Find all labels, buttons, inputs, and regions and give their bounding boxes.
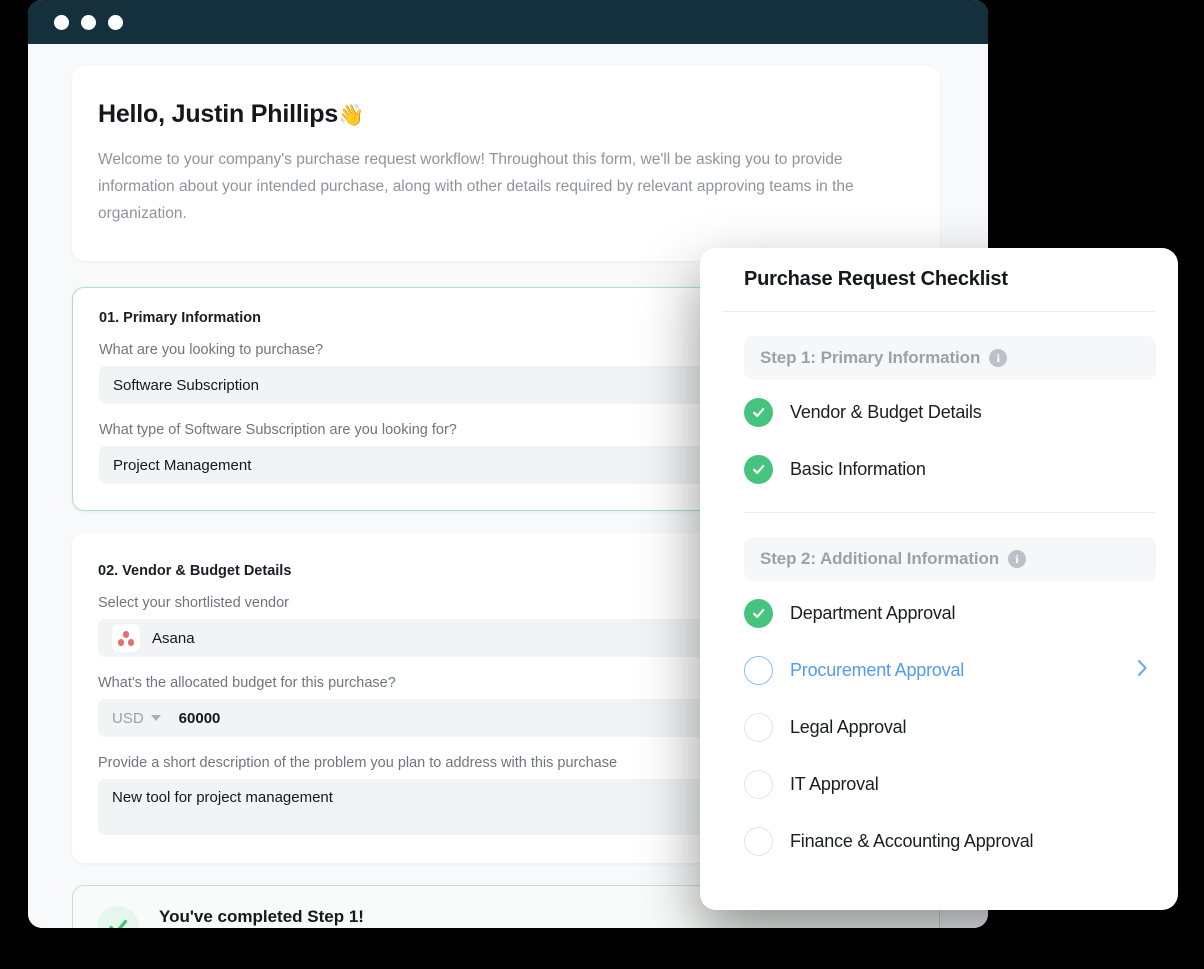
browser-title-bar <box>28 0 988 44</box>
checklist-item-label: IT Approval <box>790 774 879 794</box>
checklist-item[interactable]: Vendor & Budget Details <box>722 384 1156 441</box>
step-header-label: Step 2: Additional Information <box>760 549 1000 568</box>
screenshot-stage: Hello, Justin Phillips👋 Welcome to your … <box>0 0 1204 969</box>
banner-text-group: You've completed Step 1! Go to the next … <box>159 907 640 928</box>
asana-logo-icon <box>112 624 140 653</box>
banner-heading: You've completed Step 1! <box>159 906 364 926</box>
radio-empty-icon <box>744 827 773 856</box>
info-icon[interactable]: i <box>1008 550 1027 568</box>
check-circle-icon <box>744 398 773 427</box>
checklist-item-label: Basic Information <box>790 459 926 479</box>
checklist-item-label: Finance & Accounting Approval <box>790 831 1034 851</box>
checklist-item-label: Department Approval <box>790 603 956 623</box>
purchase-request-checklist-panel: Purchase Request Checklist Step 1: Prima… <box>700 248 1178 910</box>
checklist-item[interactable]: Department Approval <box>722 585 1156 642</box>
checklist-title: Purchase Request Checklist <box>744 268 1008 290</box>
checklist-group-header-step1[interactable]: Step 1: Primary Information i <box>744 336 1156 380</box>
greeting-body-text: Welcome to your company's purchase reque… <box>98 151 854 222</box>
maximize-icon[interactable] <box>108 14 123 30</box>
checklist-item[interactable]: Basic Information <box>722 441 1156 498</box>
checklist-item[interactable]: IT Approval <box>722 756 1156 813</box>
budget-amount-input[interactable]: 60000 <box>179 710 221 727</box>
check-circle-icon <box>97 906 139 928</box>
close-icon[interactable] <box>54 14 69 30</box>
checklist-group-header-step2[interactable]: Step 2: Additional Information i <box>744 537 1156 581</box>
chevron-right-icon[interactable] <box>1137 659 1148 682</box>
checklist-item-label: Legal Approval <box>790 717 907 737</box>
group-divider <box>744 512 1156 513</box>
waving-hand-icon: 👋 <box>338 104 365 127</box>
checklist-item-label: Vendor & Budget Details <box>790 402 982 422</box>
panel-divider <box>722 311 1156 312</box>
radio-empty-icon <box>744 713 773 742</box>
currency-select-value[interactable]: USD <box>112 710 144 727</box>
info-icon[interactable]: i <box>989 349 1008 367</box>
greeting-title-text: Hello, Justin Phillips <box>98 100 339 128</box>
vendor-value: Asana <box>152 629 195 647</box>
check-circle-icon <box>744 455 773 484</box>
chevron-down-icon[interactable] <box>150 715 161 722</box>
minimize-icon[interactable] <box>81 14 96 30</box>
checklist-item-label: Procurement Approval <box>790 660 965 680</box>
radio-empty-icon <box>744 770 773 799</box>
checklist-item-active[interactable]: Procurement Approval <box>722 642 1156 699</box>
checklist-item[interactable]: Finance & Accounting Approval <box>722 813 1156 870</box>
check-circle-icon <box>744 599 773 628</box>
checklist-item[interactable]: Legal Approval <box>722 699 1156 756</box>
greeting-card: Hello, Justin Phillips👋 Welcome to your … <box>72 66 940 262</box>
radio-empty-icon <box>744 656 773 685</box>
page-title: Hello, Justin Phillips👋 <box>98 100 914 129</box>
step-header-label: Step 1: Primary Information <box>760 348 981 367</box>
